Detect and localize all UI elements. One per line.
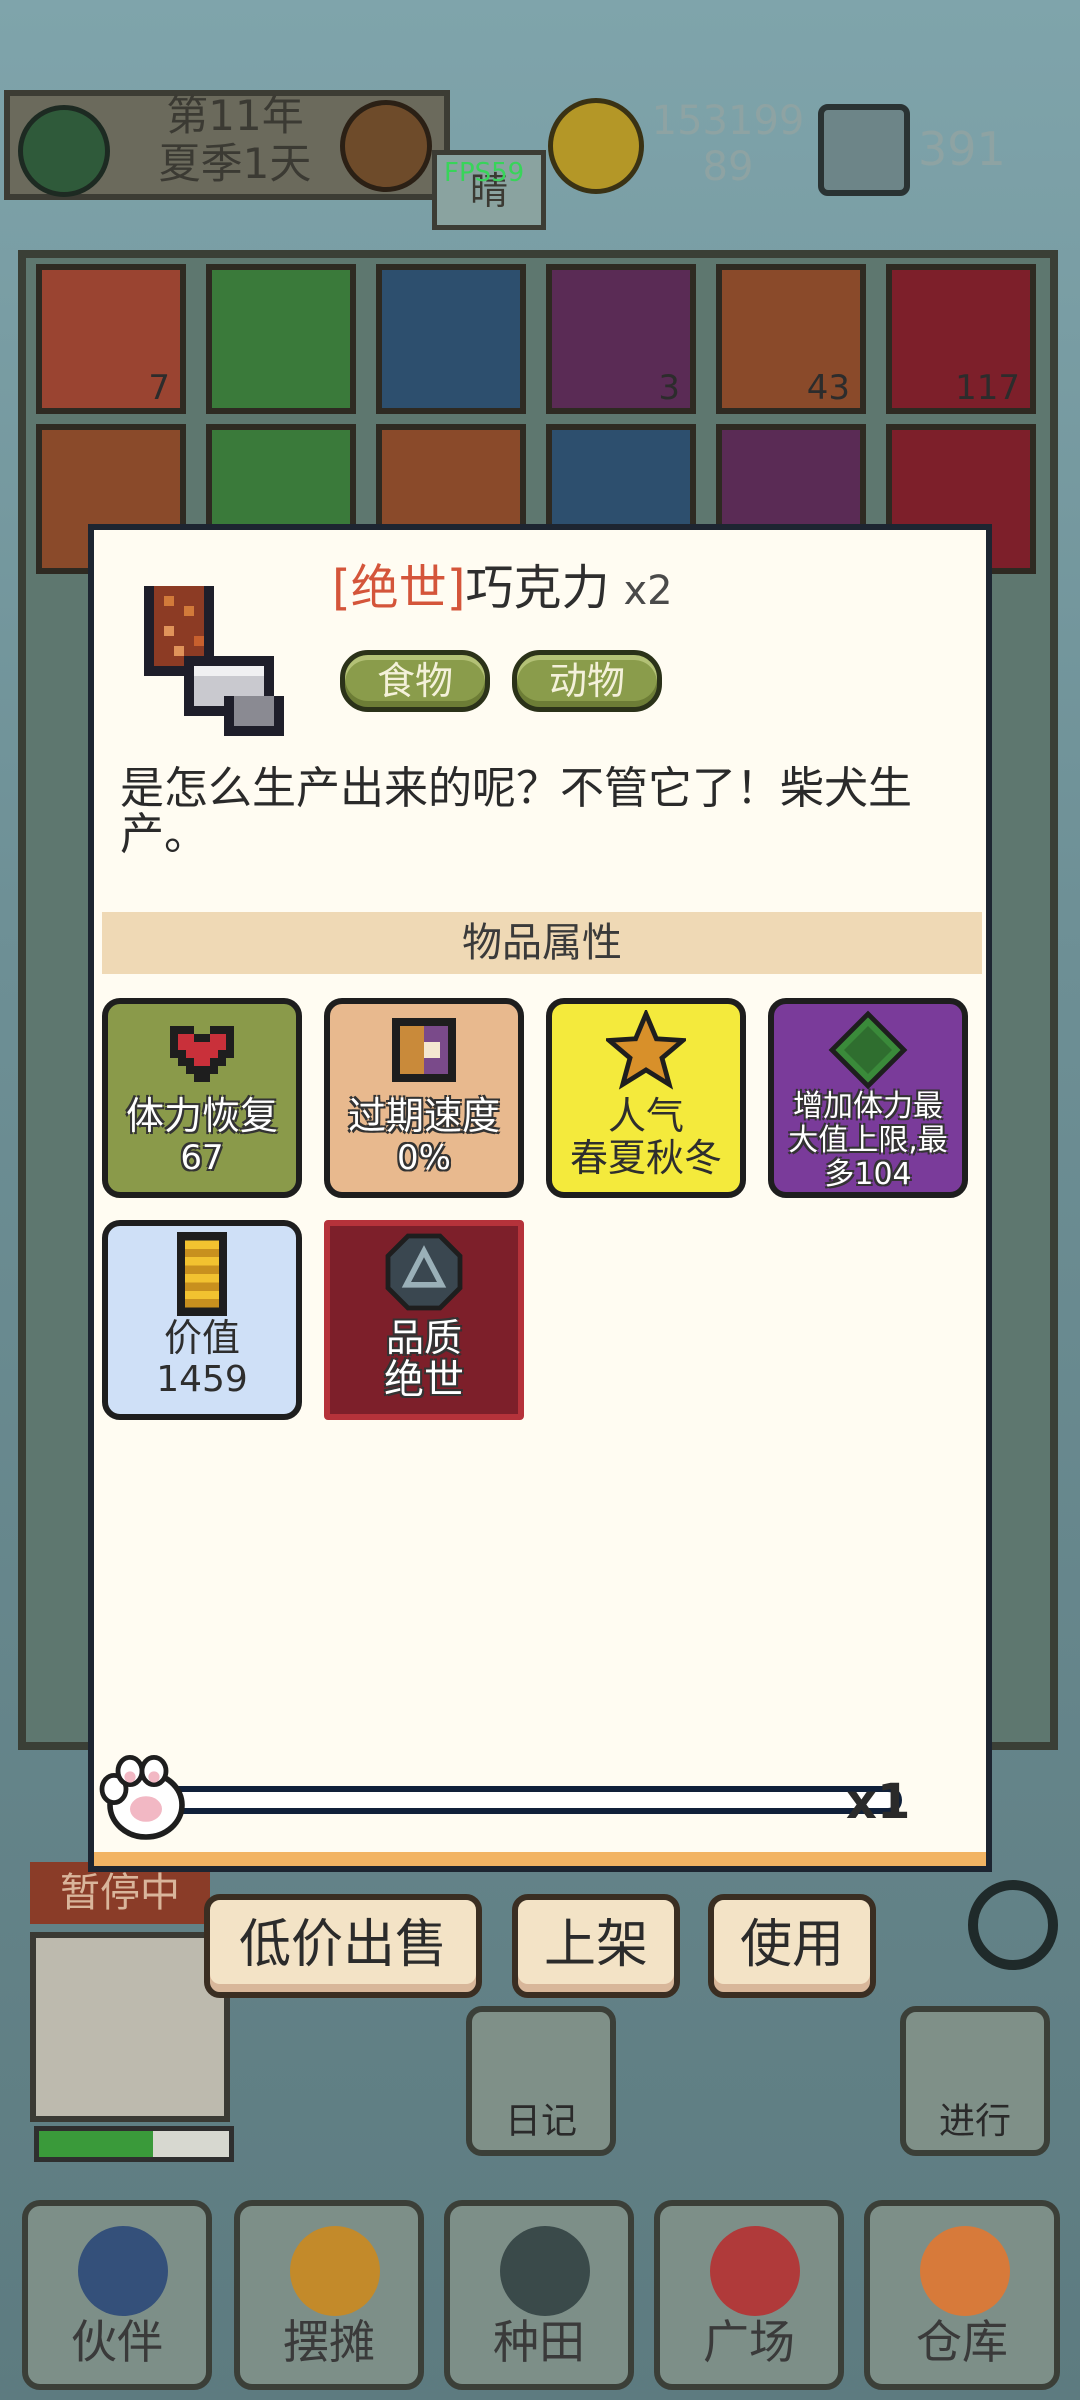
dialog-bottom-strip — [94, 1852, 986, 1866]
inventory-slot[interactable] — [206, 264, 356, 414]
tag-food: 食物 — [340, 650, 490, 712]
slot-count: 43 — [806, 368, 850, 408]
attr-stamina-recovery: 体力恢复 67 — [102, 998, 302, 1198]
slot-count: 3 — [658, 368, 680, 408]
stall-icon — [290, 2226, 380, 2316]
proceed-label: 进行 — [938, 2101, 1011, 2142]
attr-label: 品质 — [385, 1316, 462, 1360]
coin-stack-icon — [176, 1232, 228, 1316]
item-quantity: x2 — [623, 568, 673, 614]
attr-popularity: 人气 春夏秋冬 — [546, 998, 746, 1198]
date-day: 夏季1天 — [158, 139, 312, 188]
item-detail-dialog: [绝世]巧克力 x2 食物 动物 是怎么生产出来的呢？不管它了！柴犬生产。 物品属… — [88, 524, 992, 1872]
partner-icon — [78, 2226, 168, 2316]
coin-count: 153199 89 — [648, 98, 808, 190]
gear-icon[interactable] — [968, 1880, 1058, 1970]
attr-label: 人气 — [607, 1094, 684, 1138]
coin-icon — [548, 98, 644, 194]
inventory-slot[interactable]: 43 — [716, 264, 866, 414]
attr-label: 增加体力最大值上限,最多104 — [788, 1089, 948, 1192]
avatar[interactable] — [30, 1932, 230, 2122]
nav-partner[interactable]: 伙伴 — [22, 2200, 212, 2390]
inventory-slot[interactable] — [376, 264, 526, 414]
date-year: 第11年 — [166, 91, 304, 140]
nav-partner-label: 伙伴 — [71, 2315, 163, 2369]
diary-label: 日记 — [504, 2101, 577, 2142]
attributes-header: 物品属性 — [102, 912, 982, 974]
house-icon — [920, 2226, 1010, 2316]
list-button[interactable]: 上架 — [512, 1894, 680, 1998]
stamina-bar — [34, 2126, 234, 2162]
gem-count: 391 — [918, 122, 1006, 176]
diary-button[interactable]: 日记 — [466, 2006, 616, 2156]
star-icon — [606, 1010, 686, 1090]
melon-icon — [18, 105, 110, 197]
clock-icon — [392, 1018, 456, 1082]
tag-animal: 动物 — [512, 650, 662, 712]
season-icon — [340, 100, 432, 192]
attr-value: 春夏秋冬 — [569, 1136, 722, 1180]
item-description: 是怎么生产出来的呢？不管它了！柴犬生产。 — [120, 763, 912, 860]
attr-expiry-speed: 过期速度 0% — [324, 998, 524, 1198]
gem-icon — [818, 104, 910, 196]
attr-value: 0% — [397, 1138, 451, 1178]
quantity-slider-track[interactable] — [162, 1786, 902, 1814]
item-name: 巧克力 — [465, 560, 610, 616]
sell-cheap-button[interactable]: 低价出售 — [204, 1894, 482, 1998]
slot-count: 117 — [955, 368, 1020, 408]
quantity-multiplier: x1 — [846, 1774, 911, 1830]
date-text: 第11年 夏季1天 — [140, 92, 330, 188]
nav-warehouse[interactable]: 仓库 — [864, 2200, 1060, 2390]
quality-badge-icon — [385, 1233, 463, 1311]
diamond-icon — [828, 1010, 908, 1090]
inventory-slot[interactable]: 117 — [886, 264, 1036, 414]
rarity-label: [绝世] — [332, 560, 466, 616]
coin-amount: 153199 — [651, 98, 805, 144]
heart-icon — [170, 1026, 234, 1082]
nav-stall-label: 摆摊 — [283, 2315, 375, 2369]
paw-slider-handle-icon[interactable] — [94, 1752, 190, 1842]
attr-value: 67 — [180, 1138, 224, 1178]
chocolate-item-image — [144, 586, 284, 736]
use-button[interactable]: 使用 — [708, 1894, 876, 1998]
inventory-slot[interactable]: 7 — [36, 264, 186, 414]
attr-label: 价值 — [163, 1316, 240, 1360]
watering-can-icon — [500, 2226, 590, 2316]
nav-farm-label: 种田 — [493, 2315, 585, 2369]
nav-warehouse-label: 仓库 — [916, 2315, 1008, 2369]
attr-quality: 品质 绝世 — [324, 1220, 524, 1420]
slot-count: 7 — [148, 368, 170, 408]
nav-plaza-label: 广场 — [703, 2315, 795, 2369]
attr-value: 1459 — [156, 1359, 248, 1400]
attr-value: 绝世 — [384, 1357, 464, 1403]
attr-label: 过期速度 — [347, 1094, 500, 1138]
flower-icon — [710, 2226, 800, 2316]
coin-sub: 89 — [702, 144, 754, 190]
nav-plaza[interactable]: 广场 — [654, 2200, 844, 2390]
attr-label: 体力恢复 — [125, 1094, 278, 1138]
attr-value-price: 价值 1459 — [102, 1220, 302, 1420]
inventory-slot[interactable]: 3 — [546, 264, 696, 414]
fps-counter: FPS59 — [444, 158, 525, 188]
proceed-button[interactable]: 进行 — [900, 2006, 1050, 2156]
attr-max-stamina: 增加体力最大值上限,最多104 — [768, 998, 968, 1198]
nav-farm[interactable]: 种田 — [444, 2200, 634, 2390]
nav-stall[interactable]: 摆摊 — [234, 2200, 424, 2390]
item-title: [绝世]巧克力 x2 — [332, 548, 673, 618]
